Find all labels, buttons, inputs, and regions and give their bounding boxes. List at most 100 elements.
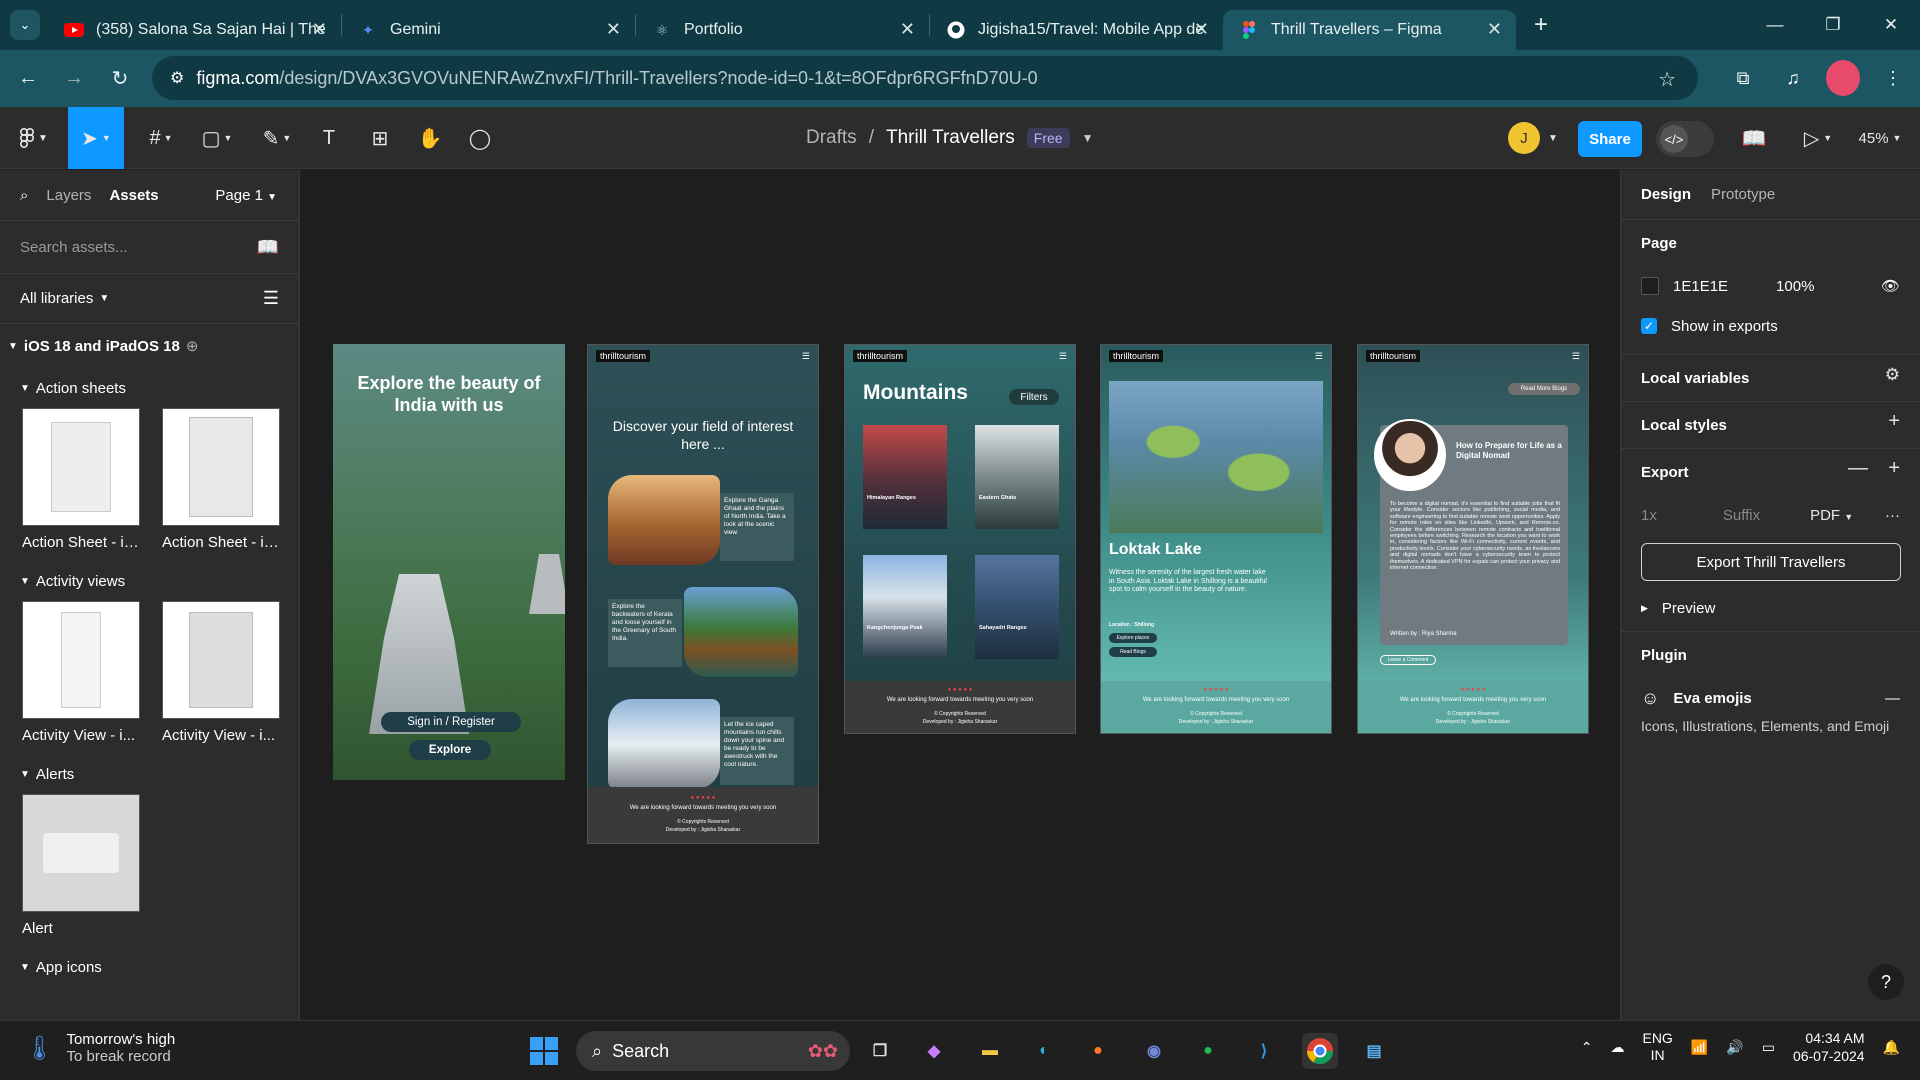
export-scale[interactable]: 1x <box>1641 507 1657 524</box>
filters-button[interactable]: Filters <box>1009 389 1059 405</box>
present-play-icon[interactable]: ▷ ▼ <box>1796 121 1840 155</box>
frame-blog[interactable]: thrilltourism ☰ Read More Blogs How to P… <box>1357 344 1589 734</box>
asset-thumb[interactable]: Activity View - i... <box>162 601 280 744</box>
comment-tool-icon[interactable]: ◯ <box>464 121 496 155</box>
frame-tool-icon[interactable]: # ▼ <box>140 121 182 155</box>
design-canvas[interactable]: Explore the beauty of India with us Sign… <box>301 170 1619 1020</box>
resources-icon[interactable]: ⊞ <box>364 121 396 155</box>
pen-tool-icon[interactable]: ✎ ▼ <box>256 121 298 155</box>
bookmark-star-icon[interactable]: ☆ <box>1658 67 1676 92</box>
help-icon[interactable]: ? <box>1868 964 1904 1000</box>
tab-search-chevron-icon[interactable]: ⌄ <box>10 10 40 40</box>
mountain-card[interactable]: Himalayan Ranges <box>863 425 947 529</box>
profile-avatar[interactable] <box>1826 60 1860 96</box>
file-explorer-icon[interactable]: ▬ <box>972 1033 1008 1069</box>
extensions-icon[interactable]: ⧉ <box>1726 60 1760 96</box>
asset-thumb[interactable]: Action Sheet - iP... <box>162 408 280 551</box>
close-tab-icon[interactable]: ✕ <box>312 19 327 40</box>
page-color-value[interactable]: 1E1E1E <box>1673 278 1728 295</box>
preview-toggle[interactable]: ▶ Preview <box>1641 593 1900 623</box>
tab-prototype[interactable]: Prototype <box>1711 186 1775 203</box>
url-bar[interactable]: ⚙ figma.com/design/DVAx3GVOVuNENRAwZnvxF… <box>152 56 1698 100</box>
frame-landing[interactable]: Explore the beauty of India with us Sign… <box>333 344 565 780</box>
volume-icon[interactable]: 🔊 <box>1726 1039 1743 1056</box>
onedrive-cloud-icon[interactable]: ☁ <box>1610 1039 1624 1056</box>
forward-arrow-icon[interactable]: → <box>56 61 92 97</box>
notepad-icon[interactable]: ▤ <box>1356 1033 1392 1069</box>
read-more-blogs-button[interactable]: Read More Blogs <box>1508 383 1580 395</box>
add-style-plus-icon[interactable]: + <box>1888 410 1900 433</box>
zoom-level[interactable]: 45% ▼ <box>1852 121 1908 155</box>
eye-icon[interactable]: 👁 <box>1881 277 1900 295</box>
list-view-icon[interactable]: ☰ <box>263 288 279 309</box>
menu-icon[interactable]: ☰ <box>1059 351 1067 362</box>
reload-icon[interactable]: ↻ <box>102 61 138 97</box>
local-styles[interactable]: Local styles <box>1641 402 1900 448</box>
weather-widget[interactable]: 🌡 Tomorrow's high To break record <box>24 1031 175 1065</box>
mountain-card[interactable]: Kangchenjunga Peak <box>863 555 947 659</box>
interest-card[interactable]: Let the ice caped mountains run chills d… <box>608 699 798 789</box>
frame-mountains[interactable]: thrilltourism ☰ Mountains Filters Himala… <box>844 344 1076 734</box>
media-control-icon[interactable]: ♫ <box>1776 60 1810 96</box>
chevron-down-icon[interactable]: ▼ <box>1546 121 1560 155</box>
read-blogs-button[interactable]: Read Blogs <box>1109 647 1157 657</box>
dev-mode-toggle[interactable]: </> <box>1656 121 1714 157</box>
export-suffix-input[interactable]: Suffix <box>1723 507 1760 524</box>
minimize-icon[interactable]: — <box>1746 0 1804 50</box>
browser-tab-portfolio[interactable]: ⚛ Portfolio ✕ <box>636 10 929 50</box>
variables-settings-icon[interactable]: ⚙ <box>1885 365 1900 385</box>
explore-button[interactable]: Explore <box>409 740 491 760</box>
menu-icon[interactable]: ☰ <box>1572 351 1580 362</box>
interest-card[interactable]: Explore the Ganga Ghaat and the plains o… <box>608 475 798 565</box>
browser-tab-figma[interactable]: Thrill Travellers – Figma ✕ <box>1223 10 1516 50</box>
asset-group-app-icons[interactable]: ▼ App icons <box>0 947 299 987</box>
menu-icon[interactable]: ☰ <box>802 351 810 362</box>
page-selector[interactable]: Page 1 ▼ <box>215 187 277 204</box>
interest-card[interactable]: Explore the backwaters of Kerala and loo… <box>608 587 798 677</box>
firefox-icon[interactable]: ● <box>1080 1033 1116 1069</box>
asset-thumb[interactable]: Action Sheet - iP... <box>22 408 140 551</box>
library-book-icon[interactable]: 📖 <box>257 237 279 258</box>
move-tool-icon[interactable]: ➤ ▼ <box>68 107 124 169</box>
all-libraries-selector[interactable]: All libraries ▼ ☰ <box>0 274 299 324</box>
show-hidden-icons-chevron-icon[interactable]: ⌃ <box>1581 1039 1593 1056</box>
site-settings-icon[interactable]: ⚙ <box>170 68 184 88</box>
edge-icon[interactable]: ◐ <box>1026 1033 1062 1069</box>
remove-export-minus-icon[interactable]: — <box>1848 457 1868 480</box>
notification-bell-icon[interactable]: 🔔 <box>1883 1039 1900 1056</box>
shape-tool-icon[interactable]: ▢ ▼ <box>196 121 238 155</box>
library-book-icon[interactable]: 📖 <box>1738 121 1770 155</box>
explore-places-button[interactable]: Explore places <box>1109 633 1157 643</box>
text-tool-icon[interactable]: T <box>314 121 344 155</box>
plugin-name[interactable]: Eva emojis <box>1673 690 1751 707</box>
tab-layers[interactable]: Layers <box>46 187 91 204</box>
taskbar-search[interactable]: ⌕ Search ✿✿ <box>576 1031 850 1071</box>
remove-plugin-minus-icon[interactable]: — <box>1885 690 1900 707</box>
share-button[interactable]: Share <box>1578 121 1642 157</box>
asset-thumb[interactable]: Activity View - i... <box>22 601 140 744</box>
mountain-card[interactable]: Sahayadri Ranges <box>975 555 1059 659</box>
close-tab-icon[interactable]: ✕ <box>900 19 915 40</box>
windows-start-icon[interactable] <box>526 1033 562 1069</box>
page-color-swatch[interactable] <box>1641 277 1659 295</box>
chrome-icon[interactable] <box>1302 1033 1338 1069</box>
tab-design[interactable]: Design <box>1641 186 1691 203</box>
asset-group-activity-views[interactable]: ▼ Activity views <box>0 561 299 601</box>
breadcrumb-drafts[interactable]: Drafts <box>806 127 857 149</box>
asset-group-action-sheets[interactable]: ▼ Action sheets <box>0 368 299 408</box>
new-tab-plus-icon[interactable]: + <box>1534 11 1548 39</box>
search-assets-input[interactable]: Search assets... 📖 <box>0 220 299 274</box>
spotify-icon[interactable]: ● <box>1190 1033 1226 1069</box>
tab-assets[interactable]: Assets <box>109 187 158 204</box>
page-opacity-value[interactable]: 100% <box>1776 278 1814 295</box>
close-tab-icon[interactable]: ✕ <box>606 19 621 40</box>
export-button[interactable]: Export Thrill Travellers <box>1641 543 1901 581</box>
library-header[interactable]: ▼ iOS 18 and iPadOS 18 ⊕ <box>0 324 299 368</box>
hand-tool-icon[interactable]: ✋ <box>414 121 446 155</box>
more-options-icon[interactable]: ··· <box>1885 507 1900 524</box>
close-window-icon[interactable]: ✕ <box>1862 0 1920 50</box>
language-indicator[interactable]: ENG IN <box>1642 1030 1672 1064</box>
asset-group-alerts[interactable]: ▼ Alerts <box>0 754 299 794</box>
frame-interests[interactable]: thrilltourism ☰ Discover your field of i… <box>587 344 819 844</box>
menu-icon[interactable]: ☰ <box>1315 351 1323 362</box>
